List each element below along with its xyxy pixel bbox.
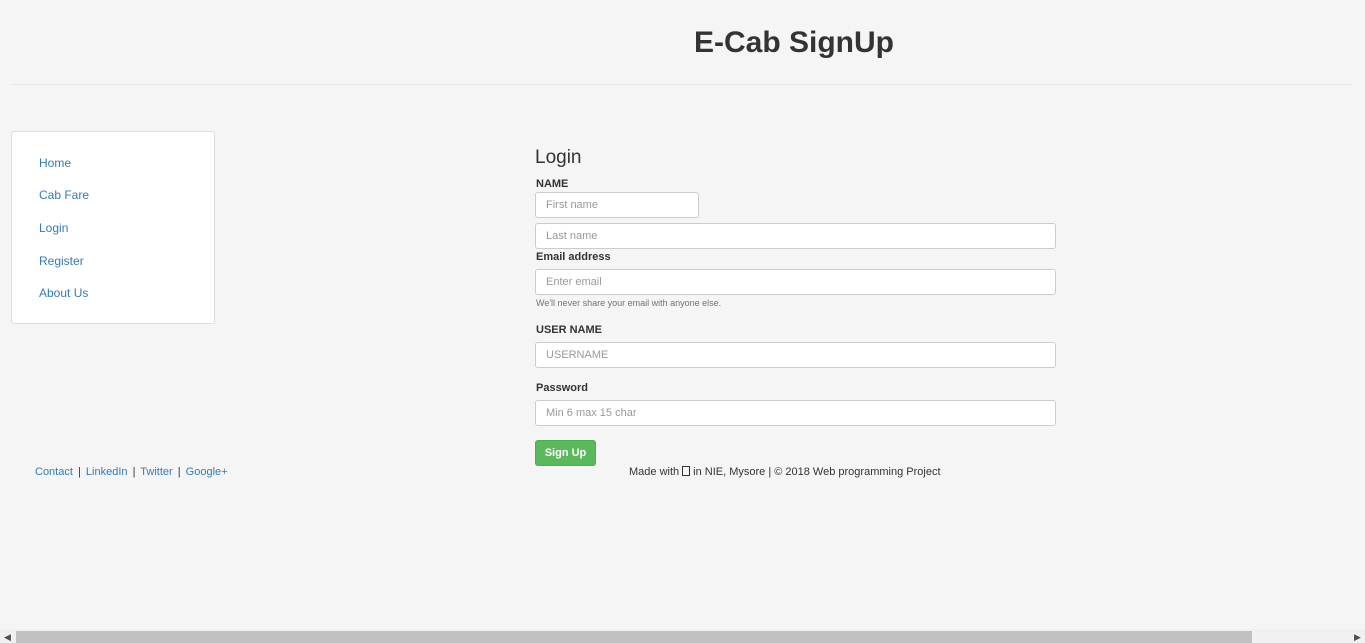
page-header: E-Cab SignUp (11, 0, 1351, 85)
password-input[interactable] (535, 400, 1056, 426)
email-input[interactable] (535, 269, 1056, 295)
username-input[interactable] (535, 342, 1056, 368)
first-name-input[interactable] (535, 192, 699, 218)
footer-separator: | (132, 466, 136, 478)
sidebar-item-login[interactable]: Login (39, 221, 68, 235)
sidebar-link-cab-fare[interactable]: Cab Fare (39, 188, 89, 202)
sidebar-item-home[interactable]: Home (39, 156, 71, 170)
footer-link-contact[interactable]: Contact (35, 466, 73, 478)
heart-icon (682, 466, 691, 476)
footer-separator: | (77, 466, 81, 478)
footer-separator: | (177, 466, 181, 478)
sidebar-nav: Home Cab Fare Login Register About Us (11, 131, 215, 324)
credit-suffix: in NIE, Mysore | © 2018 Web programming … (693, 466, 941, 478)
scroll-left-arrow-icon[interactable]: ◀ (4, 631, 11, 643)
horizontal-scrollbar[interactable]: ◀ ▶ (0, 629, 1365, 643)
scrollbar-thumb[interactable] (16, 631, 1252, 643)
footer-link-google-plus[interactable]: Google+ (186, 466, 228, 478)
scroll-right-arrow-icon[interactable]: ▶ (1354, 631, 1361, 643)
username-label: USER NAME (536, 324, 603, 336)
sidebar-item-cab-fare[interactable]: Cab Fare (39, 188, 89, 202)
sidebar-link-login[interactable]: Login (39, 221, 68, 235)
sidebar-link-register[interactable]: Register (39, 254, 84, 268)
form-heading: Login (535, 147, 582, 168)
footer-credit: Made with in NIE, Mysore | © 2018 Web pro… (629, 466, 941, 478)
name-label: NAME (536, 178, 569, 190)
sidebar-item-register[interactable]: Register (39, 254, 84, 268)
credit-prefix: Made with (629, 466, 680, 478)
page-title: E-Cab SignUp (694, 26, 894, 59)
footer-link-linkedin[interactable]: LinkedIn (86, 466, 128, 478)
sidebar-item-about-us[interactable]: About Us (39, 286, 88, 300)
password-label: Password (536, 382, 588, 394)
footer-link-twitter[interactable]: Twitter (140, 466, 172, 478)
sidebar-link-about-us[interactable]: About Us (39, 286, 88, 300)
sign-up-button[interactable]: Sign Up (535, 440, 596, 466)
email-label: Email address (536, 251, 611, 263)
footer-links: Contact | LinkedIn | Twitter | Google+ (35, 466, 228, 478)
email-help-text: We'll never share your email with anyone… (536, 298, 722, 308)
last-name-input[interactable] (535, 223, 1056, 249)
sidebar-link-home[interactable]: Home (39, 156, 71, 170)
